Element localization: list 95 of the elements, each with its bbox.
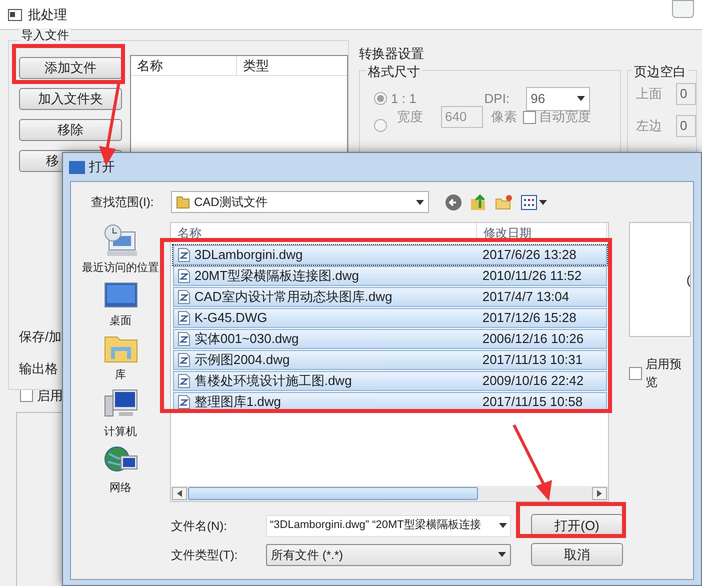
file-row[interactable]: 售楼处环境设计施工图.dwg 2009/10/16 22:42 <box>173 371 608 391</box>
horizontal-scrollbar[interactable] <box>171 486 608 501</box>
window-title: 批处理 <box>28 6 67 24</box>
dpi-dropdown[interactable]: 96 <box>526 86 590 110</box>
close-button[interactable] <box>672 0 694 18</box>
file-date: 2017/11/15 10:58 <box>481 393 583 412</box>
file-name: CAD室内设计常用动态块图库.dwg <box>194 288 392 306</box>
file-type-dropdown[interactable]: 所有文件 (*.*) <box>266 544 511 566</box>
dropdown-caret-icon <box>499 523 507 528</box>
file-date: 2017/4/7 13:04 <box>481 288 570 306</box>
group-title: 转换器设置 <box>359 46 424 61</box>
file-name: 20MT型梁横隔板连接图.dwg <box>194 267 360 286</box>
file-date: 2009/10/16 22:42 <box>481 372 584 390</box>
radio-button[interactable] <box>374 92 387 105</box>
file-name: 实体001~030.dwg <box>194 330 299 348</box>
file-icon <box>178 248 190 262</box>
file-list[interactable] <box>170 222 610 502</box>
file-name: 示例图2004.dwg <box>194 351 290 370</box>
scroll-thumb[interactable] <box>188 487 478 500</box>
dropdown-caret-icon <box>498 552 506 557</box>
file-name: 售楼处环境设计施工图.dwg <box>194 372 352 390</box>
view-menu-button[interactable] <box>521 194 547 210</box>
file-row[interactable]: K-G45.DWG 2017/12/6 15:28 <box>173 308 608 328</box>
cancel-button[interactable]: 取消 <box>531 543 623 566</box>
grid-view-icon <box>521 194 537 210</box>
desktop-icon <box>104 280 138 310</box>
file-icon <box>178 290 190 304</box>
place-item[interactable]: 计算机 <box>102 388 139 440</box>
place-item[interactable]: 库 <box>102 333 139 384</box>
margin-field[interactable]: 0 <box>676 114 696 136</box>
column-header[interactable]: 名称 <box>131 56 237 75</box>
cad-app-icon <box>69 160 85 174</box>
checkbox[interactable] <box>20 389 33 402</box>
file-date: 2017/11/13 10:31 <box>481 351 583 370</box>
column-header[interactable]: 名称 <box>171 223 478 243</box>
column-header[interactable]: 类型 <box>237 56 347 75</box>
file-row[interactable]: CAD室内设计常用动态块图库.dwg 2017/4/7 13:04 <box>173 287 608 307</box>
field-label: 保存/加 <box>19 328 62 346</box>
back-icon[interactable] <box>445 194 462 210</box>
checkbox[interactable] <box>629 366 642 380</box>
checkbox-label: 启用 <box>37 387 63 405</box>
field-label: 输出格 <box>19 360 58 378</box>
place-item[interactable]: 最近访问的位置 <box>82 224 160 276</box>
file-icon <box>178 269 190 283</box>
file-date: 2017/12/6 15:28 <box>481 309 576 328</box>
field-label: 左边 <box>636 116 662 135</box>
field-label: DPI: <box>484 90 510 108</box>
button[interactable]: 添加文件 <box>19 57 122 79</box>
dropdown-caret-icon <box>576 96 585 101</box>
margin-field[interactable]: 0 <box>676 82 696 104</box>
dropdown-caret-icon <box>416 200 424 204</box>
file-icon <box>178 311 190 325</box>
place-item[interactable]: 桌面 <box>104 280 138 329</box>
field-label: 查找范围(I): <box>91 194 155 211</box>
app-icon <box>8 8 22 20</box>
file-icon <box>178 353 190 367</box>
file-date: 2017/6/26 13:28 <box>481 246 576 264</box>
column-header[interactable]: 修改日期 <box>477 223 608 243</box>
field-label: 文件名(N): <box>171 518 228 534</box>
folder-icon <box>176 195 190 209</box>
radio-label: 1 : 1 <box>391 90 416 108</box>
scroll-left-icon[interactable] <box>172 487 188 500</box>
preview-text: ( <box>686 272 690 288</box>
field-label: 宽度 <box>397 108 423 126</box>
dropdown-value: CAD测试文件 <box>194 194 268 211</box>
file-icon <box>178 332 190 346</box>
button[interactable]: 加入文件夹 <box>19 88 122 110</box>
clock-monitor-icon <box>102 224 139 258</box>
file-row[interactable]: 示例图2004.dwg 2017/11/13 10:31 <box>173 350 608 370</box>
file-row[interactable]: 20MT型梁横隔板连接图.dwg 2010/11/26 11:52 <box>173 266 608 286</box>
radio-button[interactable] <box>374 118 387 132</box>
field-label: 文件类型(T): <box>171 546 239 564</box>
file-icon <box>178 374 190 388</box>
new-folder-icon[interactable] <box>495 194 513 210</box>
file-name-field[interactable]: “3DLamborgini.dwg” “20MT型梁横隔板连接 <box>266 514 511 536</box>
unit-label: 像素 <box>491 108 517 126</box>
file-date: 2010/11/26 11:52 <box>481 267 582 286</box>
button[interactable]: 移除 <box>19 119 122 141</box>
file-name: 3DLamborgini.dwg <box>194 246 303 264</box>
look-in-dropdown[interactable]: CAD测试文件 <box>171 191 429 213</box>
scroll-right-icon[interactable] <box>592 487 608 500</box>
checkbox-label: 启用预览 <box>645 356 682 391</box>
group-title: 导入文件 <box>19 28 71 42</box>
up-folder-icon[interactable] <box>470 194 487 210</box>
file-date: 2006/12/16 10:26 <box>481 330 584 348</box>
dropdown-caret-icon <box>539 200 547 204</box>
file-icon <box>178 395 190 409</box>
file-row[interactable]: 实体001~030.dwg 2006/12/16 10:26 <box>173 329 608 349</box>
field-label: 上面 <box>636 84 662 103</box>
checkbox-label: 自动宽度 <box>539 108 591 126</box>
place-item[interactable]: 网络 <box>102 444 139 496</box>
file-name: 整理图库1.dwg <box>194 393 282 412</box>
file-name: K-G45.DWG <box>194 309 268 328</box>
checkbox[interactable] <box>523 110 536 124</box>
file-row[interactable]: 3DLamborgini.dwg 2017/6/26 13:28 <box>173 245 608 265</box>
